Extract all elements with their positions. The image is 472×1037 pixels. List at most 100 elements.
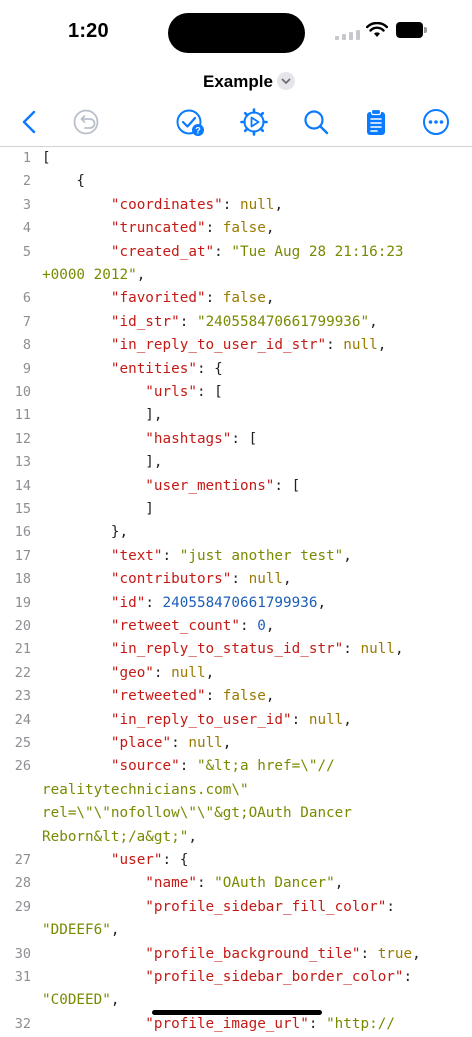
back-chevron-icon[interactable]	[14, 106, 46, 138]
battery-icon	[396, 22, 427, 38]
line-text: "in_reply_to_user_id_str": null,	[42, 337, 386, 353]
line-number: 15	[14, 501, 31, 517]
line-text: "user": {	[42, 852, 188, 868]
json-literal: null	[188, 735, 223, 751]
json-punctuation: :	[214, 243, 232, 260]
json-punctuation: :	[196, 875, 215, 892]
json-punctuation: ]	[42, 501, 154, 517]
json-punctuation: :	[205, 220, 223, 237]
json-punctuation	[42, 431, 145, 447]
json-punctuation: : [	[196, 384, 223, 400]
json-key: "name"	[145, 875, 197, 892]
json-punctuation: ,	[317, 594, 327, 611]
settings-gear-icon[interactable]	[238, 106, 270, 138]
clipboard-icon[interactable]	[360, 106, 392, 138]
json-string: "Tue Aug 28 21:16:23	[231, 243, 404, 260]
dynamic-island	[168, 13, 305, 53]
line-text: "place": null,	[42, 735, 232, 751]
json-key: "created_at"	[110, 243, 215, 260]
line-number: 3	[22, 196, 31, 213]
more-icon[interactable]	[420, 106, 452, 138]
code-line: 29 "profile_sidebar_fill_color":	[0, 897, 472, 920]
line-number: 24	[14, 711, 31, 728]
title-menu-chevron-icon[interactable]	[277, 72, 295, 90]
line-number: 11	[14, 407, 31, 424]
json-punctuation: ,	[205, 664, 215, 681]
json-number: 240558470661799936	[162, 594, 318, 611]
json-punctuation: :	[326, 337, 344, 354]
line-text: "profile_sidebar_fill_color":	[42, 899, 395, 915]
code-line: 6 "favorited": false,	[0, 288, 472, 311]
json-punctuation	[42, 244, 111, 260]
json-punctuation	[42, 852, 111, 868]
line-number: 7	[22, 313, 31, 330]
json-punctuation: ,	[265, 290, 275, 307]
validate-icon[interactable]: ?	[174, 106, 206, 138]
search-icon[interactable]	[300, 106, 332, 138]
json-string: +0000 2012"	[42, 267, 137, 283]
json-punctuation: },	[42, 524, 129, 541]
json-key: "profile_background_tile"	[145, 945, 361, 962]
json-punctuation: ,	[265, 618, 275, 634]
line-text: "retweet_count": 0,	[42, 618, 275, 634]
code-line: 2 {	[0, 171, 472, 194]
line-number: 14	[14, 477, 31, 494]
json-literal: false	[222, 220, 266, 237]
code-line: 11 ],	[0, 405, 472, 428]
code-line: 18 "contributors": null,	[0, 569, 472, 592]
json-punctuation: ,	[394, 641, 404, 658]
json-punctuation	[42, 384, 145, 400]
json-string: "just another test"	[179, 547, 344, 564]
line-text: "text": "just another test",	[42, 548, 352, 564]
code-line: 17 "text": "just another test",	[0, 546, 472, 569]
line-text: "in_reply_to_user_id": null,	[42, 712, 352, 728]
json-punctuation: ],	[42, 407, 163, 424]
line-number: 23	[14, 688, 31, 705]
line-text: "truncated": false,	[42, 220, 275, 237]
line-text: "profile_background_tile": true,	[42, 945, 420, 962]
json-literal: null	[360, 641, 395, 658]
code-line: 28 "name": "OAuth Dancer",	[0, 873, 472, 896]
line-text: "favorited": false,	[42, 290, 275, 307]
line-text: +0000 2012",	[42, 267, 145, 283]
json-number: 0	[257, 618, 266, 634]
line-text: "hashtags": [	[42, 431, 257, 447]
line-number: 8	[22, 337, 31, 354]
json-punctuation: ,	[222, 735, 232, 751]
code-line: 25 "place": null,	[0, 733, 472, 756]
json-punctuation: :	[403, 969, 413, 985]
json-key: "hashtags"	[145, 430, 232, 447]
json-punctuation: ,	[343, 711, 352, 728]
line-text: "coordinates": null,	[42, 197, 283, 213]
line-text: "DDEEF6",	[42, 922, 119, 938]
json-punctuation	[42, 641, 111, 657]
line-number: 19	[14, 594, 31, 611]
line-text: "profile_sidebar_border_color":	[42, 969, 412, 985]
json-key: "contributors"	[110, 571, 232, 588]
line-number: 16	[14, 524, 31, 541]
line-number: 9	[22, 360, 31, 377]
code-line: +0000 2012",	[0, 265, 472, 288]
status-time: 1:20	[68, 20, 109, 42]
json-punctuation: : [	[231, 430, 258, 447]
code-line: 27 "user": {	[0, 850, 472, 873]
json-literal: true	[377, 945, 413, 962]
undo-icon[interactable]	[70, 106, 102, 138]
code-line: 4 "truncated": false,	[0, 218, 472, 241]
line-number: 5	[22, 243, 31, 260]
json-punctuation	[42, 197, 111, 213]
json-punctuation	[42, 478, 145, 494]
document-title[interactable]: Example	[203, 72, 273, 92]
line-text: "C0DEED",	[42, 992, 119, 1008]
line-text: ],	[42, 407, 163, 424]
json-punctuation: : {	[162, 852, 189, 868]
json-punctuation	[42, 361, 111, 377]
json-punctuation	[42, 969, 145, 985]
json-string: rel=\"\"nofollow\"\"&gt;OAuth Dancer	[42, 805, 352, 822]
line-text: "created_at": "Tue Aug 28 21:16:23	[42, 244, 404, 260]
line-text: "retweeted": false,	[42, 688, 275, 704]
json-key: "id"	[110, 594, 146, 611]
json-punctuation	[42, 735, 111, 751]
line-number: 1	[22, 150, 31, 166]
toolbar-divider	[0, 146, 472, 147]
